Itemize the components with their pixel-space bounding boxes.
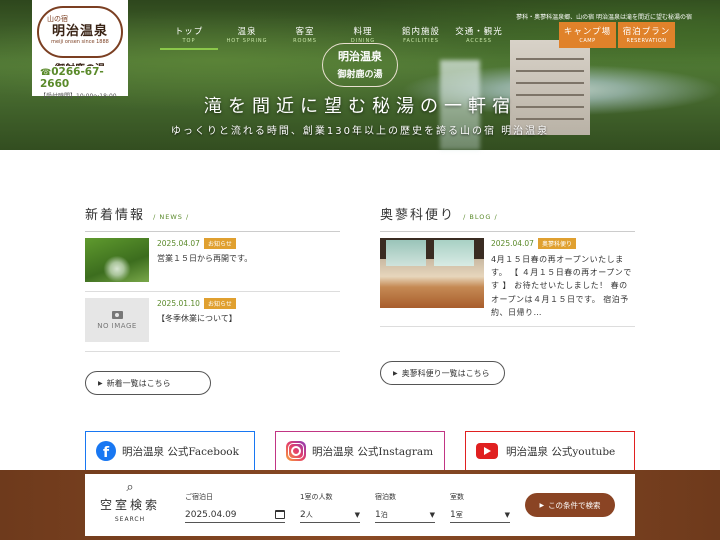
youtube-icon	[476, 443, 498, 459]
blog-tag: 奥蓼科便り	[537, 238, 576, 249]
phone-number[interactable]: ☎0266-67-2660	[40, 66, 128, 90]
nav-buttons: キャンプ場 CAMP 宿泊プラン RESERVATION	[559, 22, 675, 48]
nav-access[interactable]: 交通・観光 ACCESS	[450, 24, 508, 50]
news-text: 営業１５日から再開です。	[157, 254, 253, 263]
blog-thumbnail	[380, 238, 484, 308]
nav-hot-spring[interactable]: 温泉 HOT SPRING	[218, 24, 276, 50]
youtube-link[interactable]: 明治温泉 公式youtube	[465, 431, 635, 471]
hero-inn-building-image	[510, 40, 590, 135]
news-tag: お知らせ	[203, 298, 236, 309]
arrow-right-icon: ▶	[539, 501, 545, 509]
search-icon: ⌕	[126, 480, 134, 495]
reservation-button[interactable]: 宿泊プラン RESERVATION	[618, 22, 675, 48]
arrow-right-icon: ▶	[98, 379, 103, 387]
news-item[interactable]: NO IMAGE 2025.01.10 お知らせ 【冬季休業について】	[85, 292, 340, 352]
news-thumbnail-noimage: NO IMAGE	[85, 298, 149, 342]
phone-icon: ☎	[40, 68, 52, 78]
news-text: 【冬季休業について】	[157, 314, 237, 323]
news-more-button[interactable]: ▶ 新着一覧はこちら	[85, 371, 211, 395]
instagram-link[interactable]: 明治温泉 公式Instagram	[275, 431, 445, 471]
arrow-right-icon: ▶	[393, 369, 398, 377]
instagram-icon	[286, 441, 306, 461]
blog-heading: 奥蓼科便り / BLOG /	[380, 204, 635, 232]
facebook-icon: f	[96, 441, 116, 461]
calendar-icon[interactable]	[275, 510, 285, 519]
header-tagline: 蓼科・奥蓼科温泉郷、山の宿 明治温泉は滝を間近に望む秘湯の宿	[516, 14, 692, 21]
news-date: 2025.01.10	[157, 299, 200, 308]
camp-button[interactable]: キャンプ場 CAMP	[559, 22, 616, 48]
facebook-link[interactable]: f 明治温泉 公式Facebook	[85, 431, 255, 471]
people-select[interactable]: 1室の人数 2人 ▼	[300, 492, 360, 523]
news-item[interactable]: 2025.04.07 お知らせ 営業１５日から再開です。	[85, 232, 340, 292]
blog-section: 奥蓼科便り / BLOG / 2025.04.07 奥蓼科便り 4月１５日春の再オ…	[380, 204, 635, 327]
search-panel: ⌕ 空室検索 SEARCH ご宿泊日 2025.04.09 1室の人数 2人 ▼ …	[85, 474, 635, 536]
logo-since: meiji onsen since 1888	[51, 38, 109, 45]
rooms-select[interactable]: 室数 1室 ▼	[450, 492, 510, 523]
news-date: 2025.04.07	[157, 239, 200, 248]
nights-select[interactable]: 宿泊数 1泊 ▼	[375, 492, 435, 523]
news-thumbnail	[85, 238, 149, 282]
logo-top-text: 山の宿	[47, 15, 68, 23]
search-heading: ⌕ 空室検索 SEARCH	[85, 480, 175, 523]
checkin-date-value: 2025.04.09	[185, 509, 237, 520]
blog-excerpt: 4月１５日春の再オープンいたします。 【 ４月１５日春の再オープンです 】 お待…	[491, 255, 632, 317]
hero-center-logo: 明治温泉 御射鹿の湯	[322, 43, 398, 87]
logo-mark: 山の宿 明治温泉 meiji onsen since 1888	[37, 6, 123, 58]
news-section: 新着情報 / NEWS / 2025.04.07 お知らせ 営業１５日から再開です…	[85, 204, 340, 352]
chevron-down-icon: ▼	[429, 510, 435, 519]
reception-hours: 【受付時間】10:00～18:00	[40, 93, 117, 100]
blog-item[interactable]: 2025.04.07 奥蓼科便り 4月１５日春の再オープンいたします。 【 ４月１…	[380, 232, 635, 327]
chevron-down-icon: ▼	[504, 510, 510, 519]
nav-facilities[interactable]: 館内施設 FACILITIES	[392, 24, 450, 50]
news-heading: 新着情報 / NEWS /	[85, 204, 340, 232]
nav-top[interactable]: トップ TOP	[160, 24, 218, 50]
news-tag: お知らせ	[203, 238, 236, 249]
hero-subtitle: ゆっくりと流れる時間、創業130年以上の歴史を誇る山の宿 明治温泉	[170, 126, 550, 137]
checkin-date-field[interactable]: ご宿泊日 2025.04.09	[185, 492, 285, 523]
phone-box: ☎0266-67-2660 【受付時間】10:00～18:00	[32, 66, 128, 100]
availability-search-bar: ⌕ 空室検索 SEARCH ご宿泊日 2025.04.09 1室の人数 2人 ▼ …	[0, 470, 720, 540]
camera-icon	[111, 310, 123, 319]
nav-rooms[interactable]: 客室 ROOMS	[276, 24, 334, 50]
blog-more-button[interactable]: ▶ 奥蓼科便り一覧はこちら	[380, 361, 505, 385]
chevron-down-icon: ▼	[354, 510, 360, 519]
search-submit-button[interactable]: ▶ この条件で検索	[525, 493, 615, 517]
blog-date: 2025.04.07	[491, 239, 534, 248]
